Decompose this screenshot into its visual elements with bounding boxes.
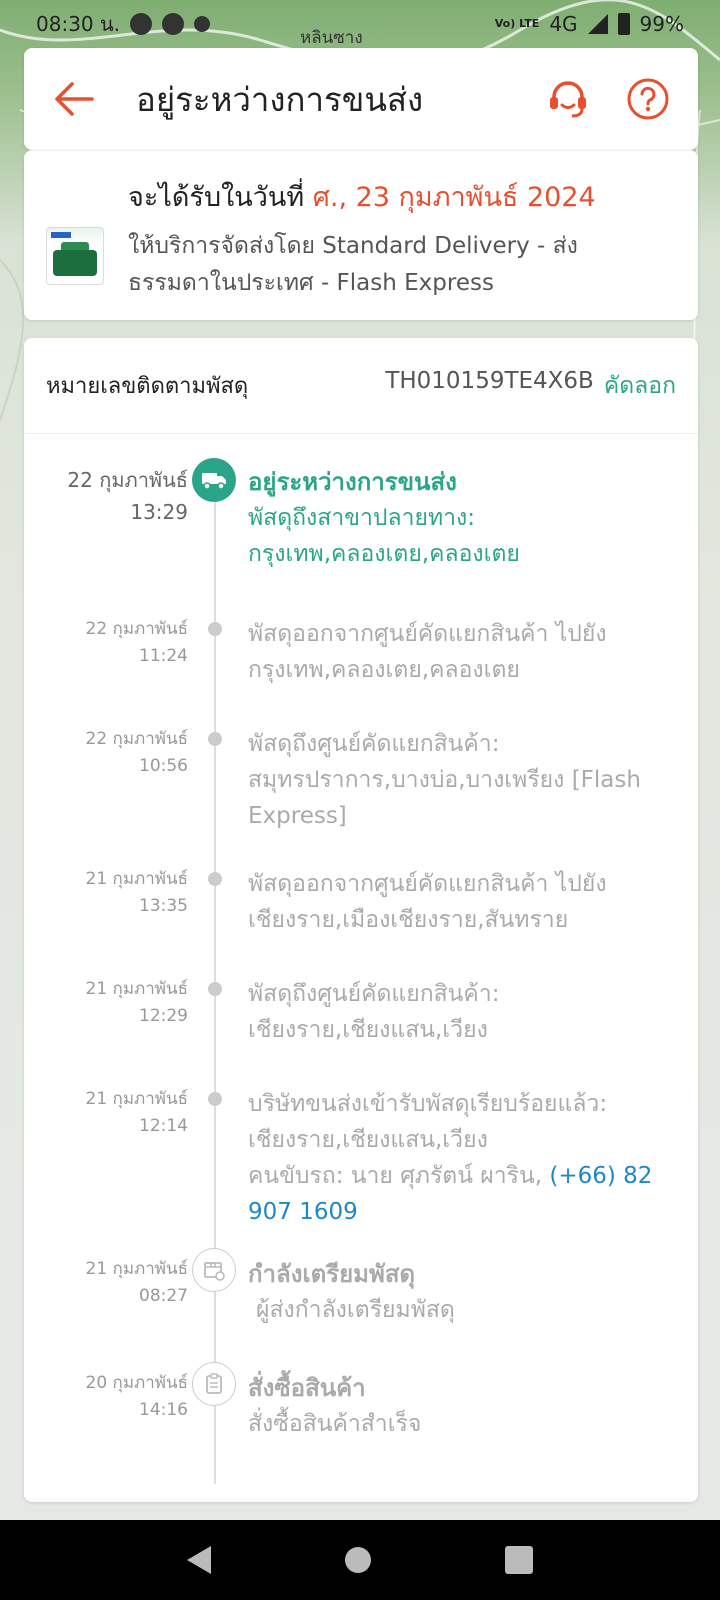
timeline-date: 21 กุมภาพันธ์ 08:27 [85, 1259, 189, 1306]
signal-icon [587, 14, 608, 34]
timeline-text: สั่งซื้อสินค้าสำเร็จ [248, 1411, 422, 1437]
timeline-content: พัสดุถึงศูนย์คัดแยกสินค้า: เชียงราย,เชีย… [248, 976, 668, 1048]
status-bar: 08:30 น. Vo) LTE 4G 99% [0, 0, 720, 48]
notification-icon [194, 16, 211, 32]
receipt-icon [192, 1362, 236, 1406]
delivery-info-card: จะได้รับในวันที่ ศ., 23 กุมภาพันธ์ 2024 … [24, 150, 698, 320]
timeline-title: สั่งซื้อสินค้า [248, 1374, 366, 1402]
tracking-label: หมายเลขติดตามพัสดุ [46, 374, 249, 399]
timeline-content: กำลังเตรียมพัสดุ ผู้ส่งกำลังเตรียมพัสดุ [248, 1256, 668, 1328]
header-bar: อยู่ระหว่างการขนส่ง [24, 48, 698, 150]
timeline-content: สั่งซื้อสินค้า สั่งซื้อสินค้าสำเร็จ [248, 1370, 668, 1442]
nav-back-icon[interactable] [187, 1546, 211, 1574]
tracking-timeline: 22 กุมภาพันธ์ 13:29 อยู่ระหว่างการขนส่ง … [24, 434, 698, 1494]
battery-level: 99% [639, 12, 684, 36]
eta-prefix: จะได้รับในวันที่ [128, 182, 305, 213]
timeline-text: พัสดุถึงศูนย์คัดแยกสินค้า: เชียงราย,เชีย… [248, 981, 500, 1043]
help-button[interactable] [626, 77, 670, 121]
copy-button[interactable]: คัดลอก [604, 368, 676, 404]
page-title: อยู่ระหว่างการขนส่ง [136, 79, 424, 119]
product-thumbnail [46, 227, 104, 285]
timeline-dot [208, 872, 222, 886]
timeline-date: 22 กุมภาพันธ์ 13:29 [67, 468, 188, 524]
timeline-date: 20 กุมภาพันธ์ 14:16 [85, 1373, 189, 1420]
timeline-content: พัสดุออกจากศูนย์คัดแยกสินค้า ไปยัง เชียง… [248, 866, 668, 938]
nav-home-icon[interactable] [345, 1547, 371, 1573]
nav-recents-icon[interactable] [505, 1546, 533, 1574]
timeline-text: พัสดุออกจากศูนย์คัดแยกสินค้า ไปยัง กรุงเ… [248, 621, 607, 683]
timeline-date: 22 กุมภาพันธ์ 11:24 [85, 619, 189, 666]
eta-date: ศ., 23 กุมภาพันธ์ 2024 [312, 182, 596, 213]
system-nav-bar [0, 1520, 720, 1600]
battery-icon [617, 13, 630, 35]
status-time: 08:30 น. [36, 12, 121, 36]
back-button[interactable] [52, 77, 96, 121]
tracking-number: TH010159TE4X6B [385, 367, 594, 394]
timeline-dot [208, 1092, 222, 1106]
package-icon [192, 1248, 236, 1292]
timeline-title: อยู่ระหว่างการขนส่ง [248, 468, 457, 496]
support-button[interactable] [546, 77, 590, 121]
timeline-dot [208, 982, 222, 996]
tracking-number-row: หมายเลขติดตามพัสดุ TH010159TE4X6B คัดลอก [24, 338, 698, 434]
driver-info: คนขับรถ: นาย ศุภรัตน์ ผาริน, (+66) 82 90… [248, 1158, 668, 1230]
headset-icon [550, 81, 586, 118]
timeline-date: 21 กุมภาพันธ์ 12:29 [85, 979, 189, 1026]
timeline-text: พัสดุถึงศูนย์คัดแยกสินค้า: สมุทรปราการ,บ… [248, 731, 641, 829]
help-icon [627, 78, 669, 120]
timeline-dot [208, 732, 222, 746]
timeline-title: กำลังเตรียมพัสดุ [248, 1260, 416, 1288]
timeline-date: 22 กุมภาพันธ์ 10:56 [85, 729, 189, 776]
service-description: ให้บริการจัดส่งโดย Standard Delivery - ส… [128, 233, 578, 296]
timeline-content: อยู่ระหว่างการขนส่ง พัสดุถึงสาขาปลายทาง:… [248, 464, 668, 572]
timeline-text: พัสดุถึงสาขาปลายทาง: กรุงเทพ,คลองเตย,คลอ… [248, 505, 520, 567]
timeline-text: ผู้ส่งกำลังเตรียมพัสดุ [256, 1297, 455, 1323]
messenger-icon [162, 13, 185, 35]
driver-name: คนขับรถ: นาย ศุภรัตน์ ผาริน, [248, 1163, 543, 1189]
timeline-dot [208, 622, 222, 636]
eta-line: จะได้รับในวันที่ ศ., 23 กุมภาพันธ์ 2024 [128, 175, 618, 218]
timeline-date: 21 กุมภาพันธ์ 13:35 [85, 869, 189, 916]
tracking-card: หมายเลขติดตามพัสดุ TH010159TE4X6B คัดลอก… [24, 338, 698, 1502]
truck-icon [192, 458, 236, 502]
timeline-text: พัสดุออกจากศูนย์คัดแยกสินค้า ไปยัง เชียง… [248, 871, 607, 933]
network-type: 4G [549, 12, 578, 36]
timeline-date: 21 กุมภาพันธ์ 12:14 [85, 1089, 189, 1136]
back-arrow-icon [55, 82, 94, 116]
chat-icon [130, 13, 153, 35]
timeline-content: พัสดุถึงศูนย์คัดแยกสินค้า: สมุทรปราการ,บ… [248, 726, 668, 834]
lte-icon: Vo) LTE [494, 17, 540, 30]
timeline-content: พัสดุออกจากศูนย์คัดแยกสินค้า ไปยัง กรุงเ… [248, 616, 668, 688]
timeline-content: บริษัทขนส่งเข้ารับพัสดุเรียบร้อยแล้ว: เช… [248, 1086, 668, 1230]
timeline-text: บริษัทขนส่งเข้ารับพัสดุเรียบร้อยแล้ว: เช… [248, 1091, 608, 1153]
